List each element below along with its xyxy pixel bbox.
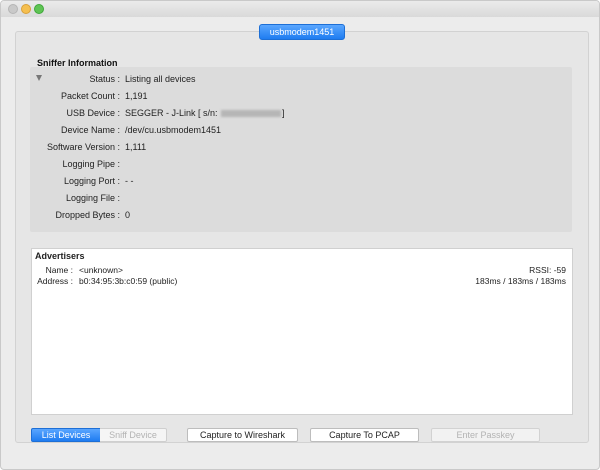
usb-device-row: USB Device : SEGGER - J-Link [ s/n: ] <box>30 108 572 122</box>
logging-pipe-label: Logging Pipe : <box>62 159 120 169</box>
logging-port-value: - - <box>125 176 134 186</box>
status-row: Status : Listing all devices <box>30 74 572 88</box>
software-version-row: Software Version : 1,111 <box>30 142 572 156</box>
zoom-window-icon[interactable] <box>34 4 44 14</box>
usb-device-suffix: ] <box>282 108 285 118</box>
advertiser-address-label: Address : <box>37 276 73 286</box>
packet-count-value: 1,191 <box>125 91 148 101</box>
close-window-icon[interactable] <box>8 4 18 14</box>
advertiser-name-label: Name : <box>45 265 73 275</box>
logging-port-label: Logging Port : <box>63 176 120 186</box>
minimize-window-icon[interactable] <box>21 4 31 14</box>
logging-file-label: Logging File : <box>65 193 120 203</box>
logging-port-row: Logging Port : - - <box>30 176 572 190</box>
enter-passkey-button[interactable]: Enter Passkey <box>431 428 540 442</box>
title-bar <box>1 1 599 17</box>
sniffer-window: usbmodem1451 Sniffer Information Status … <box>0 0 600 470</box>
device-tab[interactable]: usbmodem1451 <box>259 24 345 40</box>
advertiser-timing: 183ms / 183ms / 183ms <box>475 276 566 286</box>
packet-count-label: Packet Count : <box>60 91 120 101</box>
sniff-device-button[interactable]: Sniff Device <box>100 428 167 442</box>
dropped-bytes-label: Dropped Bytes : <box>55 210 120 220</box>
packet-count-row: Packet Count : 1,191 <box>30 91 572 105</box>
status-value: Listing all devices <box>125 74 196 84</box>
device-name-label: Device Name : <box>60 125 120 135</box>
status-label: Status : <box>89 74 120 84</box>
logging-pipe-row: Logging Pipe : <box>30 159 572 173</box>
capture-wireshark-button[interactable]: Capture to Wireshark <box>187 428 298 442</box>
usb-device-prefix: SEGGER - J-Link [ s/n: <box>125 108 218 118</box>
usb-device-value: SEGGER - J-Link [ s/n: ] <box>125 108 285 118</box>
advertiser-rssi: RSSI: -59 <box>529 265 566 275</box>
dropped-bytes-row: Dropped Bytes : 0 <box>30 210 572 224</box>
advertiser-name-value: <unknown> <box>79 265 123 275</box>
redacted-serial <box>221 110 282 118</box>
software-version-label: Software Version : <box>46 142 120 152</box>
advertisers-title: Advertisers <box>35 251 85 261</box>
software-version-value: 1,111 <box>125 142 147 152</box>
advertisers-panel[interactable]: Advertisers Name : <unknown> Address : b… <box>31 248 573 415</box>
dropped-bytes-value: 0 <box>125 210 131 220</box>
logging-file-row: Logging File : <box>30 193 572 207</box>
advertiser-address-value: b0:34:95:3b:c0:59 (public) <box>79 276 178 286</box>
usb-device-label: USB Device : <box>66 108 120 118</box>
device-name-value: /dev/cu.usbmodem1451 <box>125 125 222 135</box>
capture-pcap-button[interactable]: Capture To PCAP <box>310 428 419 442</box>
list-devices-button[interactable]: List Devices <box>31 428 101 442</box>
device-name-row: Device Name : /dev/cu.usbmodem1451 <box>30 125 572 139</box>
